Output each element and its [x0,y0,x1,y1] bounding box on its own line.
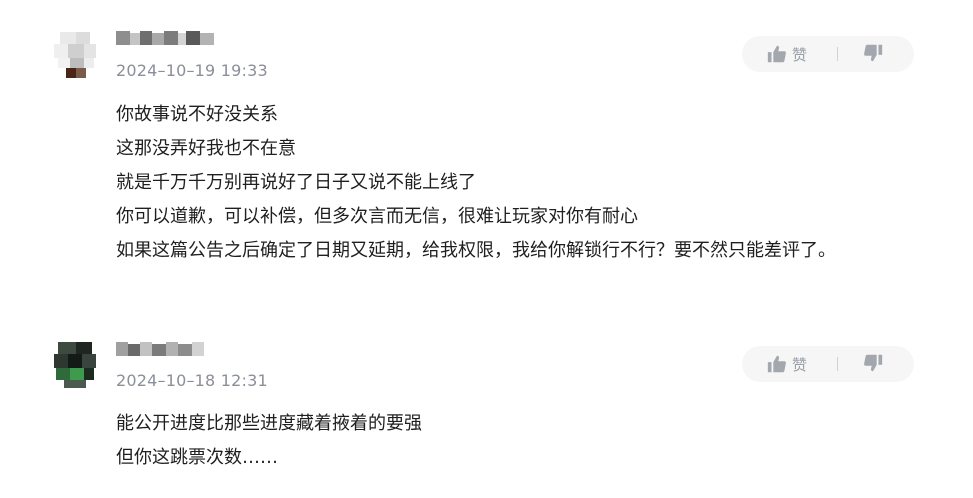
comment-line: 你故事说不好没关系 [116,104,278,125]
comment-line: 如果这篇公告之后确定了日期又延期，给我权限，我给你解锁行不行？要不然只能差评了。 [116,240,836,261]
avatar[interactable] [52,30,98,78]
comment-body: 能公开进度比那些进度藏着掖着的要强 但你这跳票次数…… [116,407,422,475]
thumbs-up-icon [766,353,788,375]
thumbs-down-icon [862,44,884,68]
comment-timestamp: 2024–10–18 12:31 [116,371,268,390]
like-label: 赞 [792,355,808,374]
comment-timestamp: 2024–10–19 19:33 [116,61,268,80]
like-button[interactable]: 赞 [766,42,807,66]
dislike-button[interactable] [862,352,886,376]
vote-controls: 赞 [742,346,914,382]
comment-line: 但你这跳票次数…… [116,447,278,468]
avatar[interactable] [52,340,98,388]
comment-body: 你故事说不好没关系 这那没弄好我也不在意 就是千万千万别再说好了日子又说不能上线… [116,98,836,268]
like-button[interactable]: 赞 [766,352,807,376]
vote-divider [837,357,838,371]
vote-controls: 赞 [742,36,914,72]
comment-line: 就是千万千万别再说好了日子又说不能上线了 [116,172,476,193]
vote-divider [837,47,838,61]
thumbs-up-icon [766,43,788,65]
dislike-button[interactable] [862,42,886,66]
username[interactable] [116,342,208,356]
username[interactable] [116,31,216,45]
thumbs-down-icon [862,354,884,378]
like-label: 赞 [792,45,808,64]
comment-line: 你可以道歉，可以补偿，但多次言而无信，很难让玩家对你有耐心 [116,206,638,227]
comment-line: 这那没弄好我也不在意 [116,138,296,159]
comment-line: 能公开进度比那些进度藏着掖着的要强 [116,413,422,434]
